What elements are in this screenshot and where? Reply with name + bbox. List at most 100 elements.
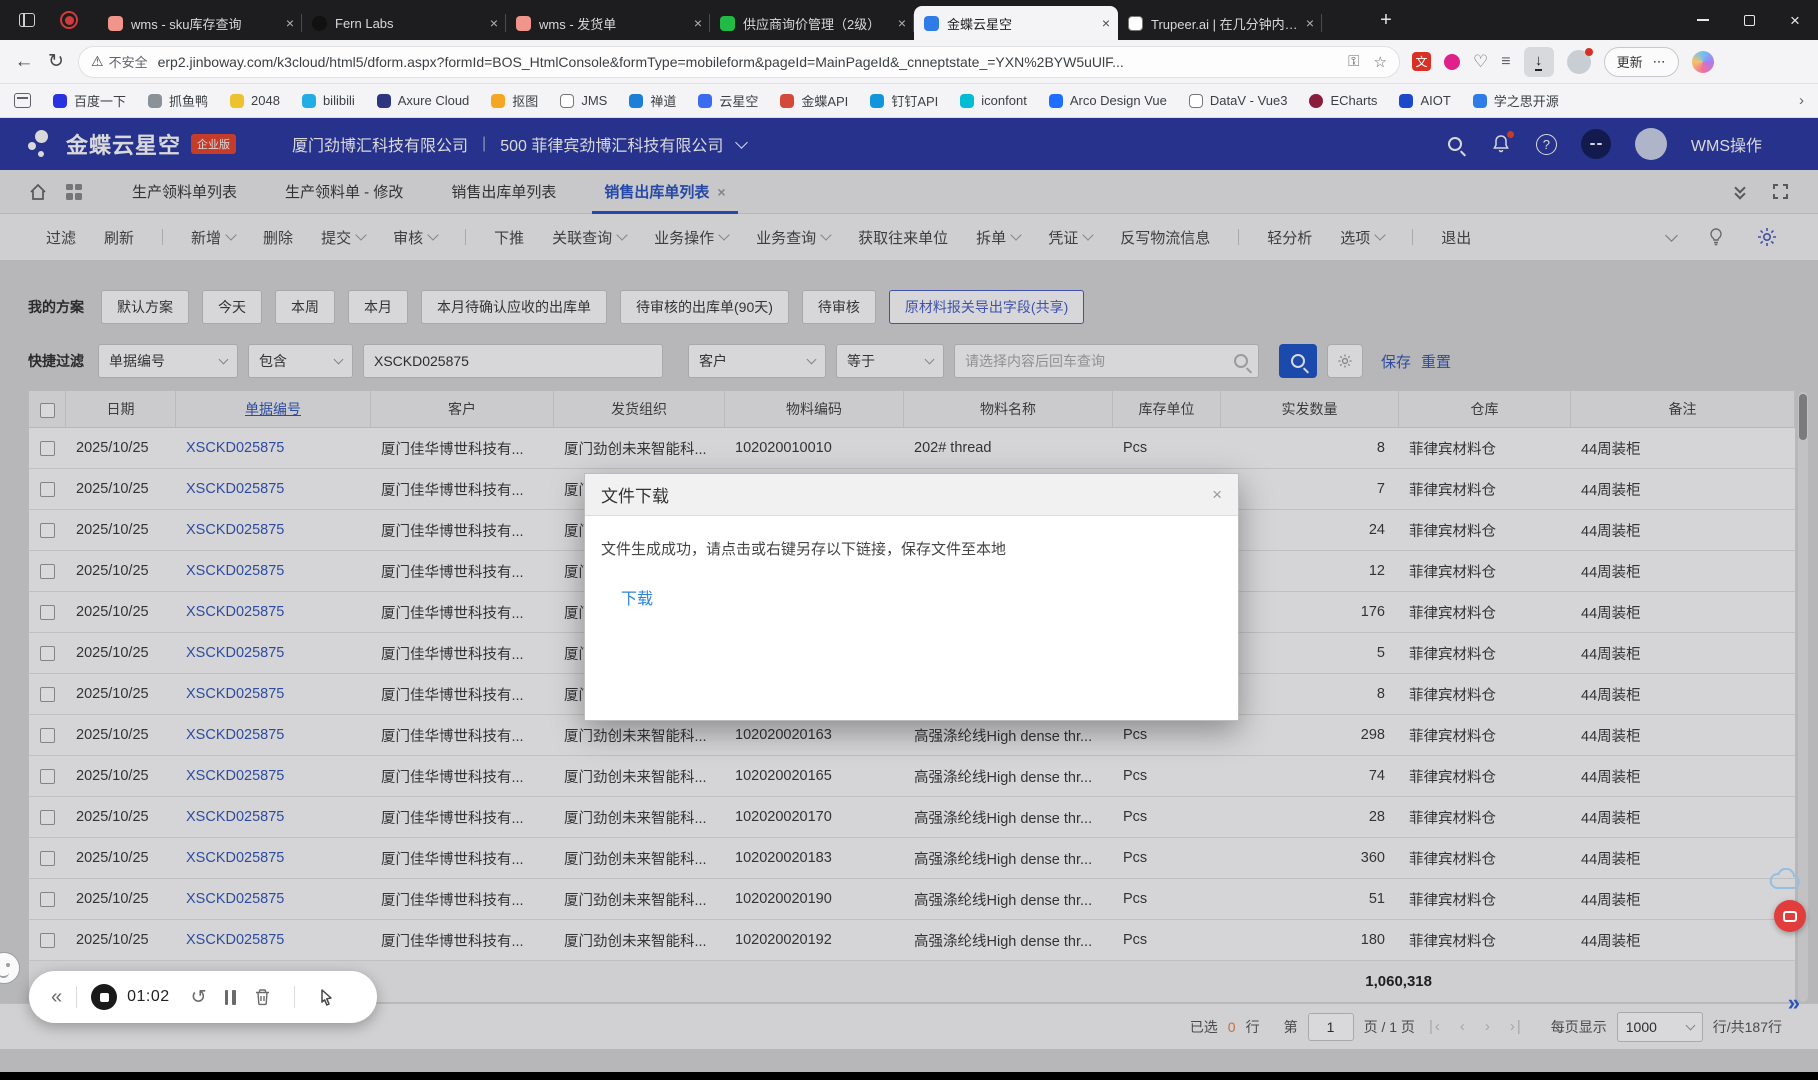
row-checkbox[interactable] xyxy=(29,768,66,784)
minimize-button[interactable] xyxy=(1680,0,1726,40)
bookmark-item[interactable]: AIOT xyxy=(1399,93,1450,108)
toolbar-button[interactable]: 轻分析 xyxy=(1267,227,1312,248)
cell-bill-no-link[interactable]: XSCKD025875 xyxy=(176,563,371,579)
browser-tab[interactable]: 金蝶云星空 × xyxy=(914,6,1118,40)
toolbar-button[interactable]: 过滤 xyxy=(46,227,76,248)
bookmark-item[interactable]: 云星空 xyxy=(698,91,758,110)
bookmark-item[interactable]: Arco Design Vue xyxy=(1049,93,1167,108)
row-checkbox[interactable] xyxy=(29,891,66,907)
favorites-list-icon[interactable]: ≡ xyxy=(1501,53,1510,71)
page-number-input[interactable]: 1 xyxy=(1308,1013,1354,1041)
help-button[interactable]: ? xyxy=(1536,134,1557,155)
table-row[interactable]: 2025/10/25 XSCKD025875 厦门佳华博世科技有... 厦门劲创… xyxy=(28,920,1796,961)
browser-tab[interactable]: Fern Labs × xyxy=(302,6,506,40)
password-key-icon[interactable]: ⚿ xyxy=(1348,53,1359,71)
service-float-button[interactable] xyxy=(1774,900,1806,932)
scheme-button[interactable]: 待审核的出库单(90天) xyxy=(620,290,789,324)
scheme-button[interactable]: 本月待确认应收的出库单 xyxy=(421,290,607,324)
apps-grid-button[interactable] xyxy=(66,184,82,200)
download-link[interactable]: 下载 xyxy=(621,585,653,609)
browser-tab[interactable]: 供应商询价管理（2级） × xyxy=(710,6,914,40)
browser-tab[interactable]: wms - sku库存查询 × xyxy=(98,6,302,40)
next-page-button[interactable]: › xyxy=(1485,1018,1492,1035)
fullscreen-icon[interactable] xyxy=(1773,184,1788,199)
cell-bill-no-link[interactable]: XSCKD025875 xyxy=(176,481,371,497)
column-header[interactable]: 实发数量 xyxy=(1221,391,1399,427)
save-filter-link[interactable]: 保存 xyxy=(1381,351,1411,372)
home-button[interactable] xyxy=(28,182,48,202)
worktab[interactable]: 销售出库单列表 × xyxy=(580,170,749,214)
column-header[interactable]: 备注 xyxy=(1571,391,1795,427)
row-checkbox[interactable] xyxy=(29,604,66,620)
table-row[interactable]: 2025/10/25 XSCKD025875 厦门佳华博世科技有... 厦门劲创… xyxy=(28,715,1796,756)
tab-close-icon[interactable]: × xyxy=(1306,15,1314,31)
column-header[interactable]: 发货组织 xyxy=(554,391,725,427)
cell-bill-no-link[interactable]: XSCKD025875 xyxy=(176,686,371,702)
toolbar-button[interactable]: 退出 xyxy=(1441,227,1471,248)
lightbulb-icon[interactable] xyxy=(1706,227,1726,247)
browser-tab[interactable]: wms - 发货单 × xyxy=(506,6,710,40)
bookmark-item[interactable]: 抓鱼鸭 xyxy=(148,91,208,110)
toolbar-button[interactable]: 业务查询 xyxy=(756,227,830,248)
scheme-button[interactable]: 本周 xyxy=(275,290,335,324)
cell-bill-no-link[interactable]: XSCKD025875 xyxy=(176,604,371,620)
toolbar-overflow-chevron-icon[interactable] xyxy=(1665,229,1678,242)
collections-icon[interactable] xyxy=(14,93,31,108)
bookmark-item[interactable]: 2048 xyxy=(230,93,280,108)
bookmark-item[interactable]: 学之思开源 xyxy=(1473,91,1559,110)
column-header[interactable]: 仓库 xyxy=(1399,391,1571,427)
restart-recording-button[interactable]: ↺ xyxy=(191,986,207,1009)
row-checkbox[interactable] xyxy=(29,481,66,497)
pause-recording-button[interactable] xyxy=(225,990,236,1005)
extension-icon[interactable] xyxy=(1444,54,1460,70)
collapse-recorder-icon[interactable]: « xyxy=(51,986,62,1009)
bookmark-item[interactable]: 百度一下 xyxy=(53,91,126,110)
column-header[interactable]: 客户 xyxy=(371,391,554,427)
tab-close-icon[interactable]: × xyxy=(490,15,498,31)
stop-recording-button[interactable] xyxy=(91,984,117,1010)
dialog-close-icon[interactable]: × xyxy=(1212,485,1222,505)
toolbar-button[interactable]: 提交 xyxy=(321,227,365,248)
tab-close-icon[interactable]: × xyxy=(1102,15,1110,31)
browser-essentials-icon[interactable]: ♡ xyxy=(1473,52,1488,72)
url-input[interactable]: ⚠不安全 erp2.jinboway.com/k3cloud/html5/dfo… xyxy=(78,46,1400,78)
row-checkbox[interactable] xyxy=(29,850,66,866)
toolbar-button[interactable]: 刷新 xyxy=(104,227,134,248)
cursor-tool-button[interactable] xyxy=(318,988,335,1006)
global-search-button[interactable] xyxy=(1444,133,1466,155)
expand-floats-icon[interactable]: » xyxy=(1788,990,1800,1016)
worktab[interactable]: 生产领料单 - 修改 xyxy=(261,170,427,214)
bookmark-item[interactable]: bilibili xyxy=(302,93,355,108)
scheme-button[interactable]: 待审核 xyxy=(802,290,876,324)
close-window-button[interactable]: × xyxy=(1772,0,1818,40)
reset-filter-link[interactable]: 重置 xyxy=(1421,351,1451,372)
site-security-chip[interactable]: ⚠不安全 xyxy=(91,52,148,71)
translate-icon[interactable]: 文 xyxy=(1412,52,1431,71)
toolbar-button[interactable]: 下推 xyxy=(494,227,524,248)
delete-recording-button[interactable] xyxy=(254,988,271,1006)
scheme-button[interactable]: 默认方案 xyxy=(101,290,189,324)
tab-close-icon[interactable]: × xyxy=(694,15,702,31)
worktab[interactable]: 生产领料单列表 xyxy=(108,170,261,214)
bookmark-item[interactable]: Axure Cloud xyxy=(377,93,470,108)
cell-bill-no-link[interactable]: XSCKD025875 xyxy=(176,645,371,661)
scheme-button[interactable]: 本月 xyxy=(348,290,408,324)
scrollbar-thumb[interactable] xyxy=(1799,394,1807,440)
user-avatar[interactable] xyxy=(1635,128,1667,160)
filter-value2-input[interactable]: 请选择内容后回车查询 xyxy=(954,344,1259,378)
profile-avatar[interactable] xyxy=(1567,50,1591,74)
bookmark-item[interactable]: DataV - Vue3 xyxy=(1189,93,1288,108)
row-checkbox[interactable] xyxy=(29,932,66,948)
refresh-button[interactable]: ↻ xyxy=(40,50,72,73)
search-button[interactable] xyxy=(1279,344,1317,378)
toolbar-button[interactable]: 删除 xyxy=(263,227,293,248)
table-row[interactable]: 2025/10/25 XSCKD025875 厦门佳华博世科技有... 厦门劲创… xyxy=(28,879,1796,920)
toolbar-button[interactable]: 关联查询 xyxy=(552,227,626,248)
notifications-button[interactable] xyxy=(1490,133,1512,155)
org-switch-chevron-icon[interactable] xyxy=(735,136,748,149)
table-row[interactable]: 2025/10/25 XSCKD025875 厦门佳华博世科技有... 厦门劲创… xyxy=(28,428,1796,469)
table-row[interactable]: 2025/10/25 XSCKD025875 厦门佳华博世科技有... 厦门劲创… xyxy=(28,838,1796,879)
filter-field2-select[interactable]: 客户 xyxy=(688,344,826,378)
row-checkbox[interactable] xyxy=(29,645,66,661)
filter-settings-button[interactable] xyxy=(1327,344,1363,378)
